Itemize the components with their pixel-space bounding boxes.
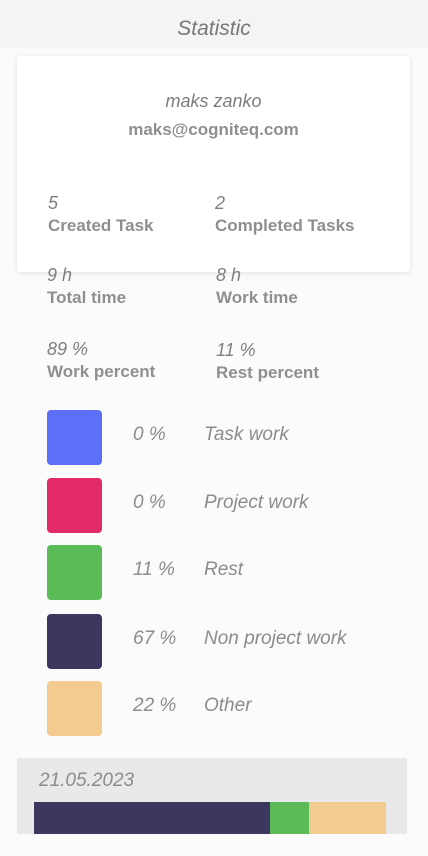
stat-label: Work time [216,288,298,307]
stat-value: 89 % [47,339,89,359]
stat-total-time: 9 h Total time [47,264,126,309]
legend-name: Task work [204,424,289,445]
stat-created-tasks: 5 Created Task [48,192,154,237]
stat-value: 2 [215,193,226,213]
legend-percent: 11 % [133,559,175,580]
stat-work-time: 8 h Work time [216,264,298,309]
stat-completed-tasks: 2 Completed Tasks [215,192,355,237]
stat-value: 9 h [47,265,73,285]
color-swatch [47,478,102,533]
legend-percent: 67 % [133,628,177,649]
stat-value: 11 % [216,340,256,360]
stat-work-percent: 89 % Work percent [47,338,155,383]
day-date: 21.05.2023 [39,770,135,791]
stat-label: Work percent [47,362,156,381]
stat-label: Completed Tasks [215,216,355,235]
daily-breakdown-panel[interactable]: 21.05.2023 [17,758,407,834]
legend-name: Rest [204,559,244,580]
stat-label: Created Task [48,216,154,235]
stat-value: 8 h [216,265,242,285]
legend-item-other: 22 % Other [47,681,407,736]
legend-percent: 0 % [133,492,166,513]
legend-name: Project work [204,492,309,513]
profile-card: maks zanko maks@cogniteq.com [17,56,410,272]
legend-item-task-work: 0 % Task work [47,410,407,465]
stat-label: Total time [47,288,127,307]
user-name: maks zanko [165,91,262,111]
color-swatch [47,410,102,465]
legend-percent: 0 % [133,424,166,445]
legend-item-rest: 11 % Rest [47,545,407,600]
legend-name: Other [204,695,252,716]
legend-percent: 22 % [133,695,177,716]
day-time-bar [34,802,386,834]
legend-item-non-project-work: 67 % Non project work [47,614,407,669]
legend-item-project-work: 0 % Project work [47,478,407,533]
bar-segment-other [308,802,386,834]
stat-value: 5 [48,193,59,213]
color-swatch [47,545,102,600]
page-title: Statistic [177,17,251,40]
bar-segment-non-project-work [34,802,270,834]
bar-segment-rest [269,802,309,834]
stat-rest-percent: 11 % Rest percent [216,339,319,384]
user-email: maks@cogniteq.com [128,120,299,139]
legend-name: Non project work [204,628,347,649]
color-swatch [47,681,102,736]
stat-label: Rest percent [216,363,319,382]
color-swatch [47,614,102,669]
